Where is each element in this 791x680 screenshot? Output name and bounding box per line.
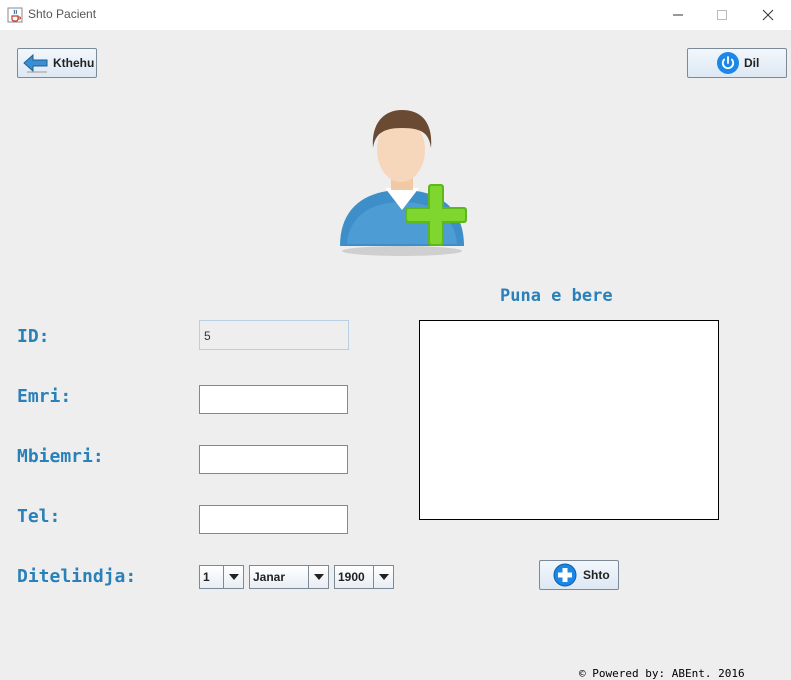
exit-button[interactable]: Dil bbox=[687, 48, 787, 78]
close-icon bbox=[762, 9, 774, 21]
window-title: Shto Pacient bbox=[28, 7, 97, 21]
name-field[interactable] bbox=[199, 385, 348, 414]
maximize-icon bbox=[717, 10, 727, 20]
maximize-button[interactable] bbox=[699, 0, 745, 30]
plus-circle-icon bbox=[553, 563, 577, 587]
close-button[interactable] bbox=[745, 0, 791, 30]
year-select[interactable]: 1900 bbox=[334, 565, 394, 589]
title-bar: Shto Pacient bbox=[0, 0, 791, 30]
java-icon bbox=[7, 7, 23, 23]
footer-text: © Powered by: ABEnt. 2016 bbox=[579, 667, 745, 680]
back-arrow-icon bbox=[23, 53, 48, 73]
phone-field[interactable] bbox=[199, 505, 348, 534]
surname-field[interactable] bbox=[199, 445, 348, 474]
add-user-icon bbox=[340, 110, 467, 256]
chevron-down-icon bbox=[308, 566, 328, 588]
id-field: 5 bbox=[199, 320, 349, 350]
surname-label: Mbiemri: bbox=[17, 446, 104, 467]
chevron-down-icon bbox=[373, 566, 393, 588]
month-select[interactable]: Janar bbox=[249, 565, 329, 589]
month-value: Janar bbox=[253, 570, 286, 584]
power-icon bbox=[717, 52, 739, 74]
add-label: Shto bbox=[583, 568, 610, 582]
minimize-icon bbox=[673, 14, 683, 16]
back-label: Kthehu bbox=[53, 56, 95, 70]
birthdate-label: Ditelindja: bbox=[17, 566, 137, 587]
day-select[interactable]: 1 bbox=[199, 565, 244, 589]
work-title: Puna e bere bbox=[500, 286, 613, 306]
day-value: 1 bbox=[203, 570, 210, 584]
add-button[interactable]: Shto bbox=[539, 560, 619, 590]
name-label: Emri: bbox=[17, 386, 72, 407]
phone-label: Tel: bbox=[17, 506, 61, 527]
id-label: ID: bbox=[17, 326, 50, 347]
back-button[interactable]: Kthehu bbox=[17, 48, 97, 78]
work-done-textarea[interactable] bbox=[419, 320, 719, 520]
exit-label: Dil bbox=[744, 56, 760, 70]
chevron-down-icon bbox=[223, 566, 243, 588]
year-value: 1900 bbox=[338, 570, 365, 584]
minimize-button[interactable] bbox=[655, 0, 701, 30]
